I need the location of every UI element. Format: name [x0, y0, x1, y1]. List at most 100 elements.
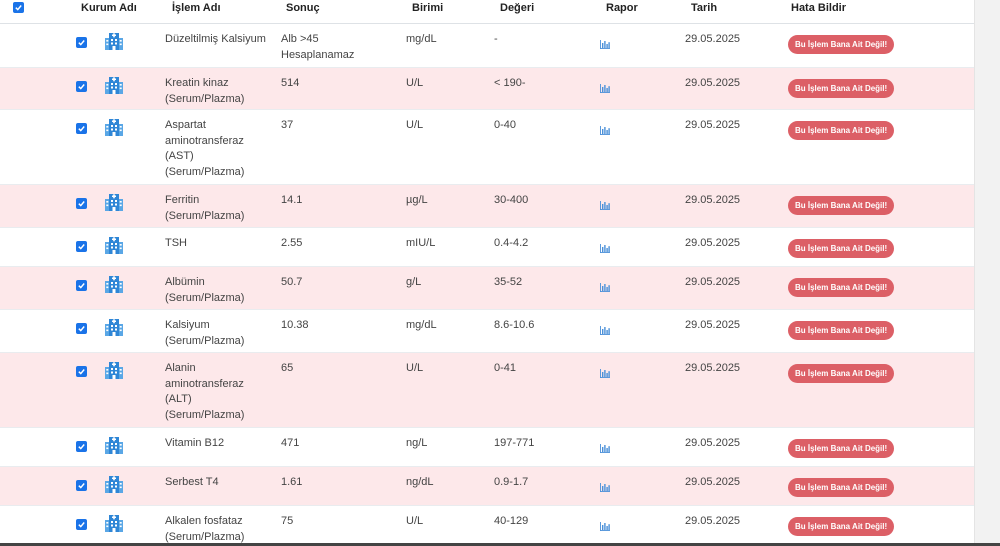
report-error-button[interactable]: Bu İşlem Bana Ait Değil! [788, 517, 895, 536]
result-value: 75 [281, 514, 391, 530]
select-all-checkbox[interactable] [13, 2, 24, 13]
row-checkbox[interactable] [76, 241, 87, 252]
report-chart-icon[interactable] [600, 197, 610, 210]
institution-icon[interactable] [104, 317, 124, 337]
institution-icon[interactable] [104, 117, 124, 137]
institution-icon[interactable] [104, 360, 124, 380]
row-checkbox[interactable] [76, 123, 87, 134]
test-name-line: Aspartat [165, 119, 206, 131]
report-chart-icon[interactable] [600, 122, 610, 135]
institution-icon[interactable] [104, 435, 124, 455]
date: 29.05.2025 [685, 362, 741, 374]
report-error-button[interactable]: Bu İşlem Bana Ait Değil! [788, 35, 895, 54]
result-value: 50.7 [281, 275, 391, 291]
result-value: 1.61 [281, 475, 391, 491]
result-line: 50.7 [281, 276, 303, 288]
table-row: Ferritin (Serum/Plazma) 14.1 µg/L 30-400 29.0… [0, 185, 974, 228]
date: 29.05.2025 [685, 476, 741, 488]
test-name-line: (Serum/Plazma) [165, 291, 245, 304]
table-row: TSH 2.55 mIU/L 0.4-4.2 29.05.2025 Bu İşlem Ba… [0, 228, 974, 267]
test-name-line: Vitamin B12 [165, 437, 225, 449]
result-value: 65 [281, 361, 391, 377]
column-header-islem[interactable]: İşlem Adı [172, 2, 221, 14]
reference-range: 0-41 [494, 362, 517, 374]
row-checkbox[interactable] [76, 81, 87, 92]
institution-icon[interactable] [104, 513, 124, 533]
results-table: Kurum Adı İşlem Adı Sonuç Birimi Değeri … [0, 0, 974, 544]
result-value: Alb >45 Hesaplanamaz [281, 32, 391, 63]
result-line: 75 [281, 515, 294, 527]
report-error-button[interactable]: Bu İşlem Bana Ait Değil! [788, 196, 895, 215]
test-name: Serbest T4 [165, 475, 275, 491]
test-name-line: (ALT) [165, 393, 192, 405]
scrollbar-track[interactable] [974, 0, 1000, 546]
result-line: 10.38 [281, 319, 309, 331]
report-error-button[interactable]: Bu İşlem Bana Ait Değil! [788, 321, 895, 340]
date: 29.05.2025 [685, 77, 741, 89]
test-name-line: aminotransferaz [165, 134, 244, 147]
institution-icon[interactable] [104, 75, 124, 95]
column-header-birimi[interactable]: Birimi [412, 2, 443, 14]
row-checkbox[interactable] [76, 323, 87, 334]
institution-icon[interactable] [104, 31, 124, 51]
institution-icon[interactable] [104, 474, 124, 494]
column-header-tarih[interactable]: Tarih [691, 2, 717, 14]
test-name: Albümin (Serum/Plazma) [165, 275, 275, 306]
result-line: 514 [281, 77, 300, 89]
reference-range: 0-40 [494, 119, 517, 131]
reference-range: 0.4-4.2 [494, 237, 529, 249]
column-header-rapor[interactable]: Rapor [606, 2, 638, 14]
reference-range: < 190- [494, 77, 526, 89]
report-chart-icon[interactable] [600, 440, 610, 453]
result-line: Hesaplanamaz [281, 48, 355, 61]
column-header-kurum[interactable]: Kurum Adı [81, 2, 137, 14]
report-error-button[interactable]: Bu İşlem Bana Ait Değil! [788, 278, 895, 297]
report-error-button[interactable]: Bu İşlem Bana Ait Değil! [788, 239, 895, 258]
report-error-button[interactable]: Bu İşlem Bana Ait Değil! [788, 364, 895, 383]
result-line: 65 [281, 362, 294, 374]
report-chart-icon[interactable] [600, 518, 610, 531]
table-row: Kreatin kinaz (Serum/Plazma) 514 U/L < 190- 2… [0, 68, 974, 110]
test-name: Ferritin (Serum/Plazma) [165, 193, 275, 224]
row-checkbox[interactable] [76, 366, 87, 377]
report-error-button[interactable]: Bu İşlem Bana Ait Değil! [788, 121, 895, 140]
report-chart-icon[interactable] [600, 479, 610, 492]
test-name-line: Alanin [165, 362, 196, 374]
date: 29.05.2025 [685, 194, 741, 206]
column-header-sonuc[interactable]: Sonuç [286, 2, 320, 14]
institution-icon[interactable] [104, 192, 124, 212]
test-name: Alkalen fosfataz (Serum/Plazma) [165, 514, 275, 544]
result-value: 2.55 [281, 236, 391, 252]
row-checkbox[interactable] [76, 519, 87, 530]
result-line: 471 [281, 437, 300, 449]
test-name: Düzeltilmiş Kalsiyum [165, 32, 275, 48]
test-name-line: (AST) [165, 150, 194, 162]
table-row: Alkalen fosfataz (Serum/Plazma) 75 U/L 40-12… [0, 506, 974, 544]
reference-range: 197-771 [494, 437, 535, 449]
unit: U/L [406, 515, 424, 527]
row-checkbox[interactable] [76, 198, 87, 209]
report-chart-icon[interactable] [600, 36, 610, 49]
institution-icon[interactable] [104, 274, 124, 294]
institution-icon[interactable] [104, 235, 124, 255]
report-chart-icon[interactable] [600, 365, 610, 378]
report-chart-icon[interactable] [600, 240, 610, 253]
date: 29.05.2025 [685, 515, 741, 527]
report-error-button[interactable]: Bu İşlem Bana Ait Değil! [788, 478, 895, 497]
column-header-hata[interactable]: Hata Bildir [791, 2, 846, 14]
report-error-button[interactable]: Bu İşlem Bana Ait Değil! [788, 79, 895, 98]
test-name-line: (Serum/Plazma) [165, 209, 245, 222]
row-checkbox[interactable] [76, 480, 87, 491]
row-checkbox[interactable] [76, 441, 87, 452]
row-checkbox[interactable] [76, 37, 87, 48]
report-error-button[interactable]: Bu İşlem Bana Ait Değil! [788, 439, 895, 458]
test-name-line: (Serum/Plazma) [165, 165, 245, 178]
report-chart-icon[interactable] [600, 80, 610, 93]
test-name-line: Albümin [165, 276, 205, 288]
unit: g/L [406, 276, 422, 288]
row-checkbox[interactable] [76, 280, 87, 291]
column-header-degeri[interactable]: Değeri [500, 2, 534, 14]
report-chart-icon[interactable] [600, 322, 610, 335]
result-line: 37 [281, 119, 294, 131]
report-chart-icon[interactable] [600, 279, 610, 292]
